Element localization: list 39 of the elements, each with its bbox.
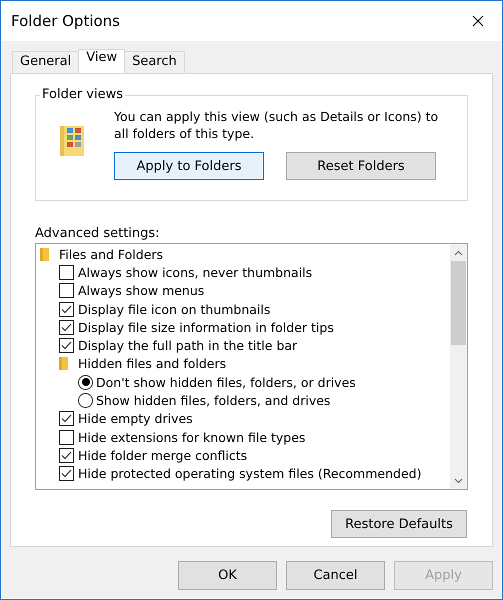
checkbox-label: Hide extensions for known file types: [78, 430, 306, 445]
restore-defaults-button[interactable]: Restore Defaults: [331, 510, 467, 538]
checkbox[interactable]: [59, 448, 74, 463]
checkbox[interactable]: [59, 466, 74, 482]
button[interactable]: Reset Folders: [286, 152, 436, 180]
folder-icon: [40, 248, 49, 261]
radio-button[interactable]: [78, 374, 93, 390]
radio-label: Don't show hidden files, folders, or drives: [96, 374, 356, 390]
checkbox[interactable]: [59, 264, 74, 280]
button[interactable]: Apply to Folders: [114, 152, 264, 180]
checkbox[interactable]: [59, 411, 74, 426]
checkbox-label: Always show icons, never thumbnails: [78, 264, 312, 280]
checkbox-label: Display file size information in folder tips: [78, 320, 334, 335]
checkbox-label: Display the full path in the title bar: [78, 338, 298, 354]
description-text: You can apply this view (such as Details or Icons) to all folders of this type.: [114, 108, 440, 142]
checkbox-label: Display file icon on thumbnails: [78, 302, 270, 317]
checkbox[interactable]: [59, 430, 74, 445]
button[interactable]: Cancel: [286, 561, 385, 590]
checkbox-label: Always show menus: [78, 283, 204, 298]
checkbox[interactable]: [59, 338, 74, 354]
checkbox-label: Hide empty drives: [78, 411, 193, 426]
group-label: Files and Folders: [59, 246, 164, 262]
radio-label: Show hidden files, folders, and drives: [96, 393, 330, 408]
checkbox[interactable]: [59, 302, 74, 317]
tab[interactable]: View: [78, 49, 126, 73]
scrollbar[interactable]: [450, 244, 467, 489]
checkbox[interactable]: [59, 320, 74, 335]
tab[interactable]: General: [12, 51, 80, 73]
checkbox-label: Hide protected operating system files (Recommended): [78, 466, 422, 482]
tab[interactable]: Search: [124, 51, 185, 73]
checkbox-label: Hide folder merge conflicts: [78, 448, 248, 463]
radio-button[interactable]: [78, 393, 93, 408]
group-label: Hidden files and folders: [78, 356, 226, 372]
button[interactable]: OK: [178, 561, 277, 590]
folder-icon: [59, 357, 68, 370]
scroll-thumb[interactable]: [451, 261, 466, 345]
checkbox[interactable]: [59, 283, 74, 298]
section-label: Advanced settings:: [35, 226, 161, 243]
window-title: Folder Options: [11, 12, 120, 30]
